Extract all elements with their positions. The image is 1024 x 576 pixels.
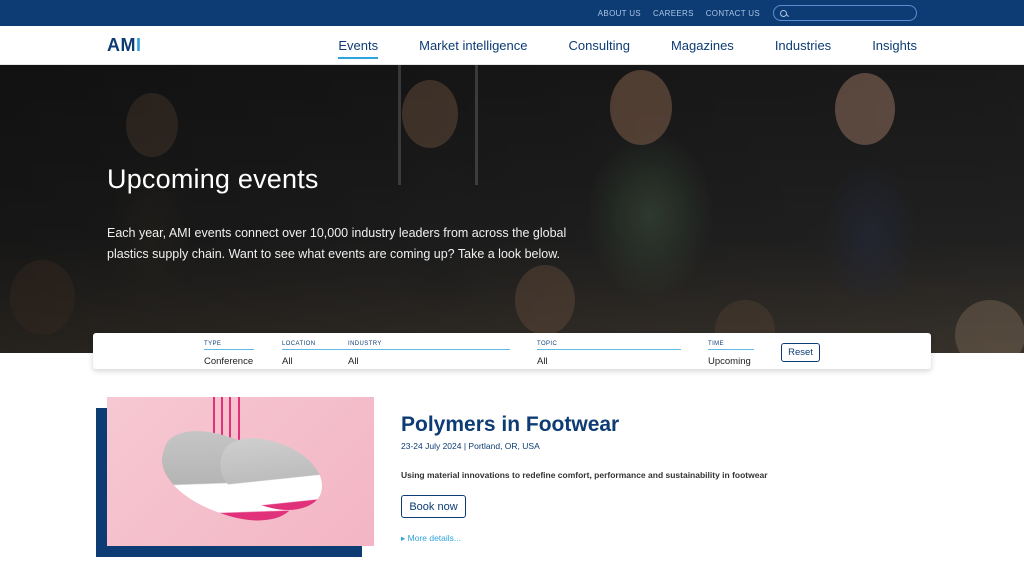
filter-topic[interactable]: TOPIC All: [537, 341, 681, 367]
filter-time-value[interactable]: Upcoming: [708, 356, 754, 367]
nav-item-insights[interactable]: Insights: [872, 34, 917, 57]
filter-type[interactable]: TYPE Conference: [204, 341, 254, 367]
top-utility-bar: ABOUT US CAREERS CONTACT US: [0, 0, 1024, 26]
event-image-block[interactable]: [96, 397, 374, 557]
nav-item-market-intelligence[interactable]: Market intelligence: [419, 34, 527, 57]
nav-item-events[interactable]: Events: [338, 34, 378, 59]
nav-item-consulting[interactable]: Consulting: [569, 34, 630, 57]
search-box[interactable]: [773, 5, 917, 21]
filter-type-value[interactable]: Conference: [204, 356, 254, 367]
filter-topic-value[interactable]: All: [537, 356, 681, 367]
filter-topic-label: TOPIC: [537, 341, 681, 350]
reset-button[interactable]: Reset: [781, 343, 820, 362]
event-description: Using material innovations to redefine c…: [401, 470, 768, 480]
event-image-sneakers: [107, 397, 374, 546]
nav-item-industries[interactable]: Industries: [775, 34, 831, 57]
filter-time-label: TIME: [708, 341, 754, 350]
filter-time[interactable]: TIME Upcoming: [708, 341, 754, 367]
filter-type-label: TYPE: [204, 341, 254, 350]
nav-item-magazines[interactable]: Magazines: [671, 34, 734, 57]
hero-description: Each year, AMI events connect over 10,00…: [107, 226, 567, 261]
filter-location-value[interactable]: All: [282, 356, 348, 367]
about-us-link[interactable]: ABOUT US: [598, 9, 641, 18]
contact-us-link[interactable]: CONTACT US: [706, 9, 760, 18]
filter-industry-value[interactable]: All: [348, 356, 510, 367]
search-input[interactable]: [791, 8, 911, 18]
event-title[interactable]: Polymers in Footwear: [401, 413, 619, 437]
event-date-location: 23-24 July 2024 | Portland, OR, USA: [401, 441, 540, 451]
filter-industry-label: INDUSTRY: [348, 341, 510, 350]
filter-location-label: LOCATION: [282, 341, 348, 350]
ami-logo[interactable]: AMI: [107, 35, 142, 56]
filter-location[interactable]: LOCATION All: [282, 341, 348, 367]
main-navbar: AMI Events Market intelligence Consultin…: [0, 26, 1024, 65]
primary-nav: Events Market intelligence Consulting Ma…: [338, 26, 917, 65]
book-now-button[interactable]: Book now: [401, 495, 466, 518]
hero-title: Upcoming events: [107, 164, 319, 194]
filter-industry[interactable]: INDUSTRY All: [348, 341, 510, 367]
logo-text-i: I: [136, 35, 142, 55]
hero-banner: Upcoming events Each year, AMI events co…: [0, 65, 1024, 353]
hero-overlay: [0, 65, 1024, 353]
careers-link[interactable]: CAREERS: [653, 9, 694, 18]
search-icon[interactable]: [780, 9, 787, 17]
utility-links: ABOUT US CAREERS CONTACT US: [598, 0, 760, 26]
event-filter-bar: TYPE Conference LOCATION All INDUSTRY Al…: [93, 333, 931, 369]
more-details-link[interactable]: ▸ More details...: [401, 533, 461, 544]
logo-text-am: AM: [107, 35, 136, 55]
